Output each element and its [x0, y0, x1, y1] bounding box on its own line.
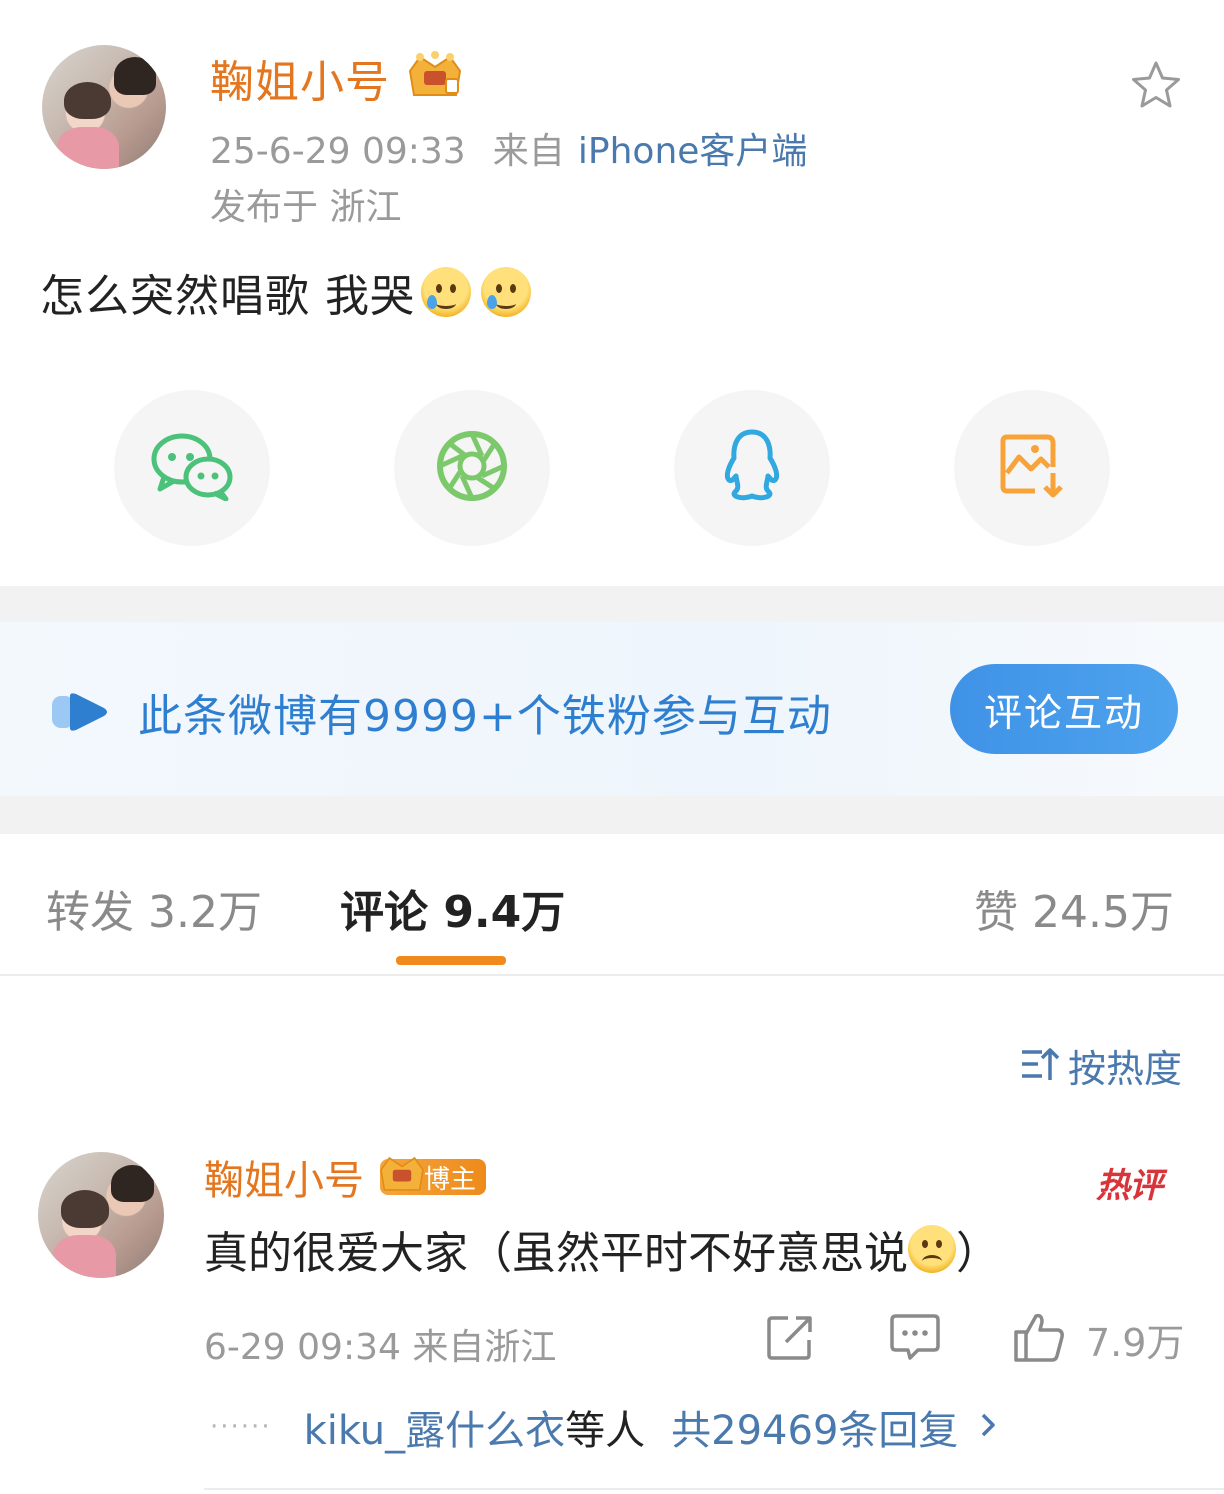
qq-icon — [717, 426, 787, 510]
tab-divider — [0, 974, 1224, 976]
source-link[interactable]: iPhone客户端 — [578, 131, 808, 172]
reply-others-text: 等人 — [565, 1408, 646, 1454]
hot-comment-tag: 热评 — [1096, 1166, 1163, 1206]
moments-icon — [435, 429, 509, 507]
share-moments-button[interactable] — [394, 390, 550, 546]
post-author-name[interactable]: 鞠姐小号 — [210, 46, 390, 110]
section-gap — [0, 796, 1224, 834]
save-image-button[interactable] — [954, 390, 1110, 546]
star-icon[interactable] — [1128, 58, 1184, 114]
comment-meta: 6-29 09:34 来自浙江 — [204, 1327, 557, 1368]
like-count: 7.9万 — [1086, 1320, 1185, 1365]
post-author-row: 鞠姐小号 — [210, 48, 466, 108]
like-comment-button[interactable]: 7.9万 — [1012, 1310, 1184, 1368]
sort-toggle[interactable]: 按热度 — [1020, 1038, 1182, 1093]
post-location: 发布于 浙江 — [210, 187, 402, 228]
share-out-icon — [764, 1316, 816, 1368]
tab-repost[interactable]: 转发 3.2万 — [46, 876, 262, 940]
wechat-icon — [150, 431, 234, 505]
sad-emoji-icon — [908, 1225, 956, 1273]
share-wechat-button[interactable] — [114, 390, 270, 546]
reply-count-link[interactable]: 共29469条回复 — [671, 1398, 958, 1456]
commenter-avatar[interactable] — [38, 1152, 164, 1278]
post-text: 怎么突然唱歌 我哭 — [40, 271, 415, 322]
thumbs-up-icon — [1012, 1310, 1066, 1368]
reply-comment-button[interactable] — [888, 1312, 942, 1368]
tab-like[interactable]: 赞 24.5万 — [974, 876, 1174, 940]
vip-crown-icon — [376, 1151, 428, 1204]
sort-icon — [1020, 1044, 1060, 1088]
tab-comment[interactable]: 评论 9.4万 — [340, 876, 565, 940]
sort-label: 按热度 — [1068, 1047, 1183, 1091]
comment-divider — [204, 1488, 1224, 1490]
vip-crown-icon — [404, 51, 466, 105]
double-play-icon — [52, 692, 110, 736]
comment-text: 真的很爱大家（虽然平时不好意思说 — [204, 1228, 908, 1279]
post-time: 25-6-29 09:33 — [210, 131, 466, 172]
fans-banner-text: 此条微博有9999+个铁粉参与互动 — [138, 691, 832, 742]
reply-user-link[interactable]: kiku_露什么衣 — [304, 1398, 566, 1456]
post-body: 怎么突然唱歌 我哭 — [40, 262, 531, 322]
comment-bubble-icon — [888, 1314, 942, 1368]
comment-body: 真的很爱大家（虽然平时不好意思说 ） — [204, 1218, 1000, 1280]
tab-active-indicator — [396, 956, 506, 965]
comment-text-end: ） — [956, 1228, 1000, 1279]
comment-author-name[interactable]: 鞠姐小号 — [204, 1148, 364, 1206]
blogger-badge-label: 博主 — [424, 1164, 477, 1195]
share-qq-button[interactable] — [674, 390, 830, 546]
source-prefix: 来自 — [492, 131, 565, 172]
reply-dots: ······ — [210, 1412, 272, 1442]
chevron-right-icon — [978, 1404, 998, 1450]
comment-interact-button[interactable]: 评论互动 — [950, 664, 1178, 754]
save-image-icon — [997, 431, 1067, 505]
blogger-badge: 博主 — [380, 1156, 487, 1195]
fans-banner[interactable]: 此条微博有9999+个铁粉参与互动 评论互动 — [0, 622, 1224, 796]
post-meta-row: 25-6-29 09:33 来自 iPhone客户端 — [210, 122, 807, 174]
section-gap — [0, 586, 1224, 622]
author-avatar[interactable] — [42, 45, 166, 169]
replies-summary[interactable]: ······ kiku_露什么衣 等人 共29469条回复 — [210, 1400, 998, 1454]
crying-emoji-icon — [421, 267, 471, 317]
repost-comment-button[interactable] — [764, 1312, 816, 1368]
crying-emoji-icon — [481, 267, 531, 317]
comment-author-row: 鞠姐小号 博主 — [204, 1148, 487, 1206]
